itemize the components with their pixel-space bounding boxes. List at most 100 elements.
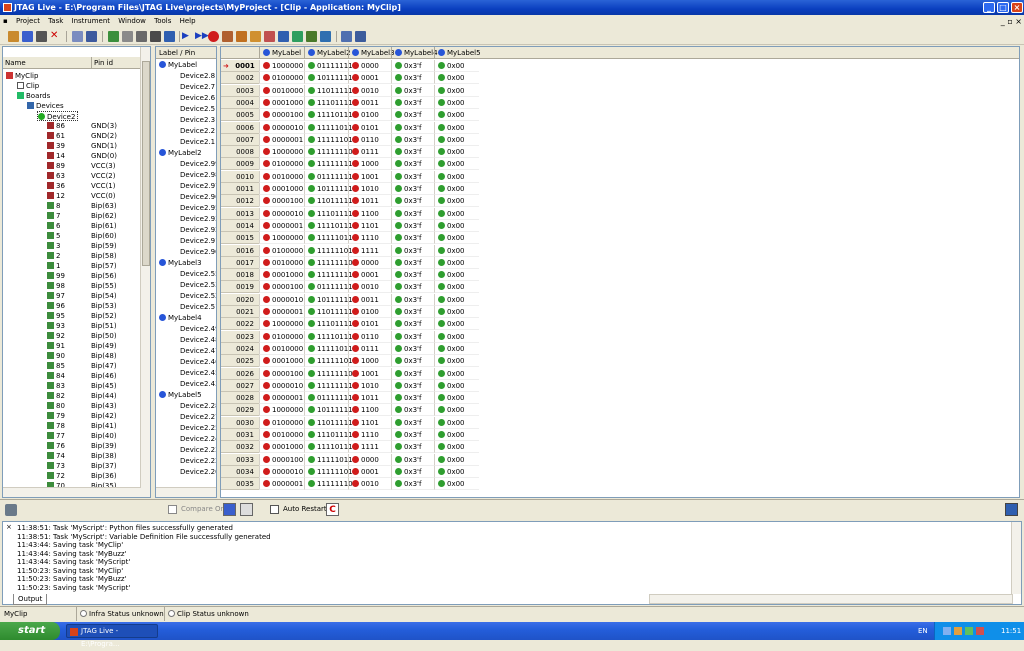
grid-cell[interactable]: 0001000 (259, 96, 304, 109)
grid-cell[interactable]: 011111111 (304, 170, 357, 183)
row-number[interactable]: 0010 (221, 170, 259, 183)
grid-cell[interactable]: 0x3'f (391, 318, 434, 331)
row-number[interactable]: 0032 (221, 441, 259, 454)
grid-cell[interactable]: 101111111 (304, 72, 357, 85)
grid-icon[interactable] (164, 31, 175, 42)
grid-cell[interactable]: 0000100 (259, 195, 304, 208)
grid-cell[interactable]: 0000010 (259, 293, 304, 306)
grid-cell[interactable]: 0000100 (259, 109, 304, 122)
table-row[interactable]: 0035 0000001 111111101 0010 0x3'f 0x00 (221, 478, 1019, 491)
grid-column-header[interactable]: MyLabel3 (348, 47, 395, 59)
tray-icon[interactable] (965, 627, 973, 635)
output-tab[interactable]: Output (13, 594, 47, 605)
label-pin-item[interactable]: Device2.45 (180, 368, 216, 379)
table-row[interactable]: 0021 0000001 110111111 0100 0x3'f 0x00 (221, 306, 1019, 318)
grid-cell[interactable]: 011111111 (304, 60, 357, 72)
grid-cell[interactable]: 0x3'f (391, 441, 434, 454)
grid-cell[interactable]: 0x3'f (391, 158, 434, 171)
grid-cell[interactable]: 0010 (348, 478, 391, 491)
label-group[interactable]: MyLabel4 (159, 313, 202, 324)
row-number[interactable]: 0023 (221, 330, 259, 343)
grid-cell[interactable]: 111101111 (304, 219, 357, 232)
grid-cell[interactable]: 111101111 (304, 441, 357, 454)
grid-cell[interactable]: 0x3'f (391, 478, 434, 491)
grid-cell[interactable]: 0000100 (259, 453, 304, 466)
grid-cell[interactable]: 0000100 (259, 367, 304, 380)
grid-cell[interactable]: 111110111 (304, 232, 357, 245)
tree-devices[interactable]: Devices (27, 101, 64, 111)
row-number[interactable]: 0022 (221, 318, 259, 331)
tree-pin-row[interactable]: 86 GND(3) (47, 121, 139, 131)
label-pin-item[interactable]: Device2.99 (180, 159, 216, 170)
minimize-button[interactable]: _ (983, 2, 995, 13)
grid-cell[interactable]: 111101111 (304, 109, 357, 122)
table-row[interactable]: 0029 1000000 101111111 1100 0x3'f 0x00 (221, 404, 1019, 417)
grid-cell[interactable]: 0x00 (434, 207, 479, 220)
tree-pin-row[interactable]: 97 Bip(54) (47, 291, 139, 301)
menu-tools[interactable]: Tools (151, 15, 174, 28)
row-number[interactable]: 0016 (221, 244, 259, 257)
grid-cell[interactable]: 0001000 (259, 441, 304, 454)
grid-cell[interactable]: 111011111 (304, 207, 357, 220)
grid-cell[interactable]: 0111 (348, 146, 391, 159)
tree-pin-row[interactable]: 72 Bip(36) (47, 471, 139, 481)
label-pin-item[interactable]: Device2.91 (180, 236, 216, 247)
tree-pin-row[interactable]: 82 Bip(44) (47, 391, 139, 401)
scroll-thumb[interactable] (142, 61, 150, 266)
label-pin-item[interactable]: Device2.47 (180, 346, 216, 357)
tree-pin-row[interactable]: 63 VCC(2) (47, 171, 139, 181)
label-pin-item[interactable]: Device2.25 (180, 423, 216, 434)
grid-cell[interactable]: 0000 (348, 60, 391, 72)
grid-cell[interactable]: 111110111 (304, 342, 357, 355)
grid-cell[interactable]: 0x3'f (391, 109, 434, 122)
grid-cell[interactable]: 0x3'f (391, 416, 434, 429)
menu-help[interactable]: Help (177, 15, 199, 28)
grid-cell[interactable]: 0x00 (434, 342, 479, 355)
grid-cell[interactable]: 011111111 (304, 281, 357, 294)
grid-cell[interactable]: 0x3'f (391, 330, 434, 343)
grid-cell[interactable]: 0x00 (434, 330, 479, 343)
grid-cell[interactable]: 0x3'f (391, 404, 434, 417)
label-pin-item[interactable]: Device2.96 (180, 192, 216, 203)
label-pin-item[interactable]: Device2.93 (180, 214, 216, 225)
row-number[interactable]: 0009 (221, 158, 259, 171)
grid-cell[interactable]: 0100000 (259, 72, 304, 85)
grid-cell[interactable]: 1000000 (259, 318, 304, 331)
grid-cell[interactable]: 0010 (348, 281, 391, 294)
grid-cell[interactable]: 111111011 (304, 355, 357, 368)
grid-cell[interactable]: 0x3'f (391, 84, 434, 97)
board-icon[interactable] (136, 31, 147, 42)
tree-pin-row[interactable]: 93 Bip(51) (47, 321, 139, 331)
table-row[interactable]: 0022 1000000 111011111 0101 0x3'f 0x00 (221, 318, 1019, 331)
save-icon[interactable] (22, 31, 33, 42)
label-pin-item[interactable]: Device2.48 (180, 335, 216, 346)
grid-cell[interactable]: 1011 (348, 392, 391, 405)
table-row[interactable]: 0010 0010000 011111111 1001 0x3'f 0x00 (221, 170, 1019, 183)
grid-cell[interactable]: 0010000 (259, 84, 304, 97)
row-number[interactable]: 0035 (221, 478, 259, 491)
grid-cell[interactable]: 111111110 (304, 379, 357, 392)
step-icon[interactable] (222, 31, 233, 42)
grid-cell[interactable]: 0x3'f (391, 60, 434, 72)
grid-cell[interactable]: 111110111 (304, 121, 357, 134)
table-row[interactable]: 0033 0000100 111110111 0000 0x3'f 0x00 (221, 453, 1019, 466)
tree-pin-row[interactable]: 39 GND(1) (47, 141, 139, 151)
label-pin-hscrollbar[interactable] (156, 487, 216, 497)
tool-icon-2[interactable] (250, 31, 261, 42)
label-group[interactable]: MyLabel2 (159, 148, 202, 159)
grid-cell[interactable]: 0x00 (434, 429, 479, 441)
label-pin-item[interactable]: Device2.90 (180, 247, 216, 258)
tree-root[interactable]: MyClip (6, 71, 38, 81)
grid-column-header[interactable]: MyLabel5 (434, 47, 481, 59)
tree-pin-row[interactable]: 12 VCC(0) (47, 191, 139, 201)
tool-icon-7[interactable] (320, 31, 331, 42)
tree-pin-row[interactable]: 79 Bip(42) (47, 411, 139, 421)
grid-cell[interactable]: 0x00 (434, 367, 479, 380)
grid-cell[interactable]: 0x3'f (391, 232, 434, 245)
taskbar-app-item[interactable]: JTAG Live - E:\Progra... (66, 624, 158, 648)
grid-cell[interactable]: 1000000 (259, 232, 304, 245)
grid-cell[interactable]: 0x00 (434, 146, 479, 159)
grid-cell[interactable]: 0x00 (434, 441, 479, 454)
row-number[interactable]: 0033 (221, 453, 259, 466)
grid-cell[interactable]: 1001 (348, 170, 391, 183)
